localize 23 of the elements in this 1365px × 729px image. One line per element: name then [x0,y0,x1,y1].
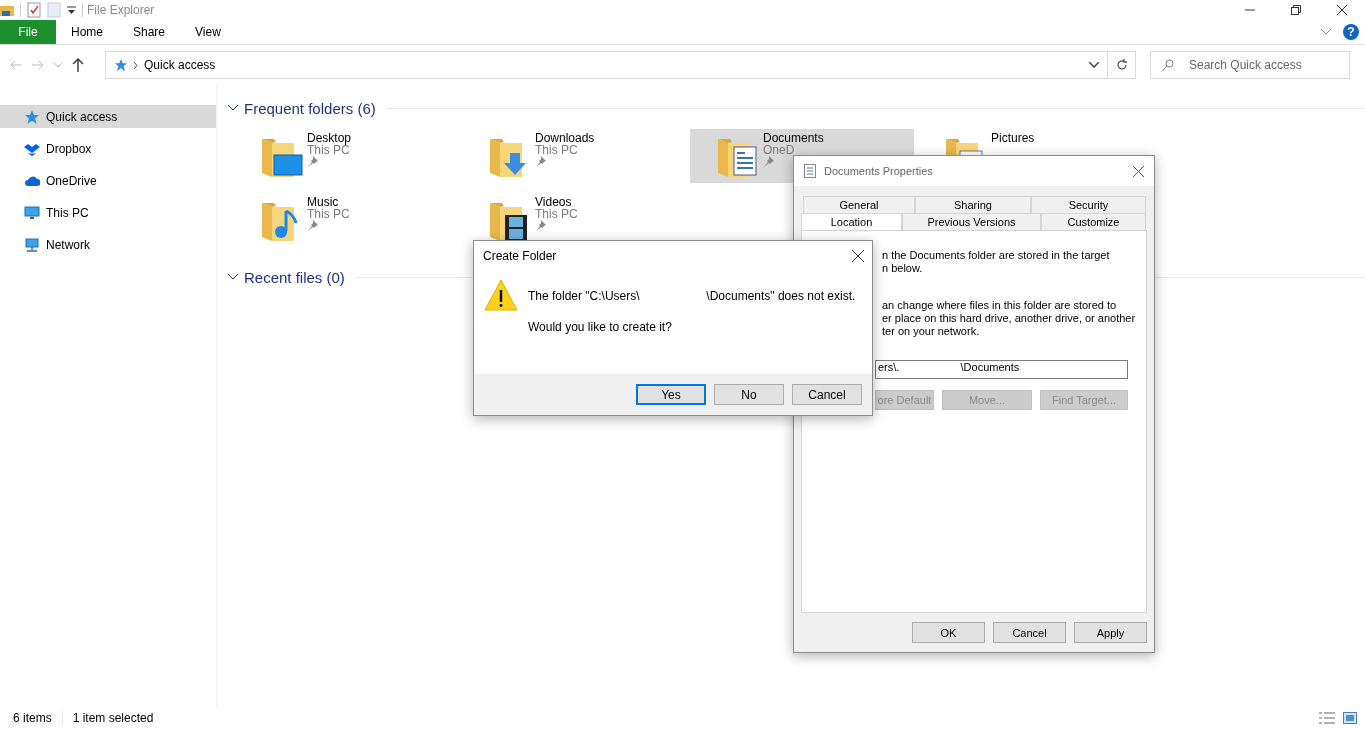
folder-location: This PC [535,144,579,156]
folder-location: OneD [763,144,796,156]
dialog-question: Would you like to create it? [528,320,673,334]
description-line: er place on this hard drive, another drive, or another [882,312,1137,325]
folder-name: Music [307,196,340,208]
selection-count: 1 item selected [72,711,154,725]
dialog-message: The folder "C:\Users\ \Documents" does not exist. [528,289,856,303]
folder-location: This PC [307,144,350,156]
folder-name: Pictures [991,132,1035,144]
item-count: 6 items [13,711,52,725]
dialog-title: Documents Properties [824,165,934,177]
dialog-title: Create Folder [483,249,558,263]
folder-name: Desktop [307,132,352,144]
folder-name: Videos [535,196,573,208]
folder-location: This PC [535,208,578,220]
description-line: n below. [882,262,924,275]
description-line: ter on your network. [882,325,981,338]
folder-name: Documents [763,132,824,144]
window-title: File Explorer [87,3,155,17]
description-line: an change where files in this folder are stored to [882,299,1118,312]
folder-name: Downloads [535,132,595,144]
folder-location: This PC [307,208,350,220]
description-line: n the Documents folder are stored in the target [882,249,1111,262]
